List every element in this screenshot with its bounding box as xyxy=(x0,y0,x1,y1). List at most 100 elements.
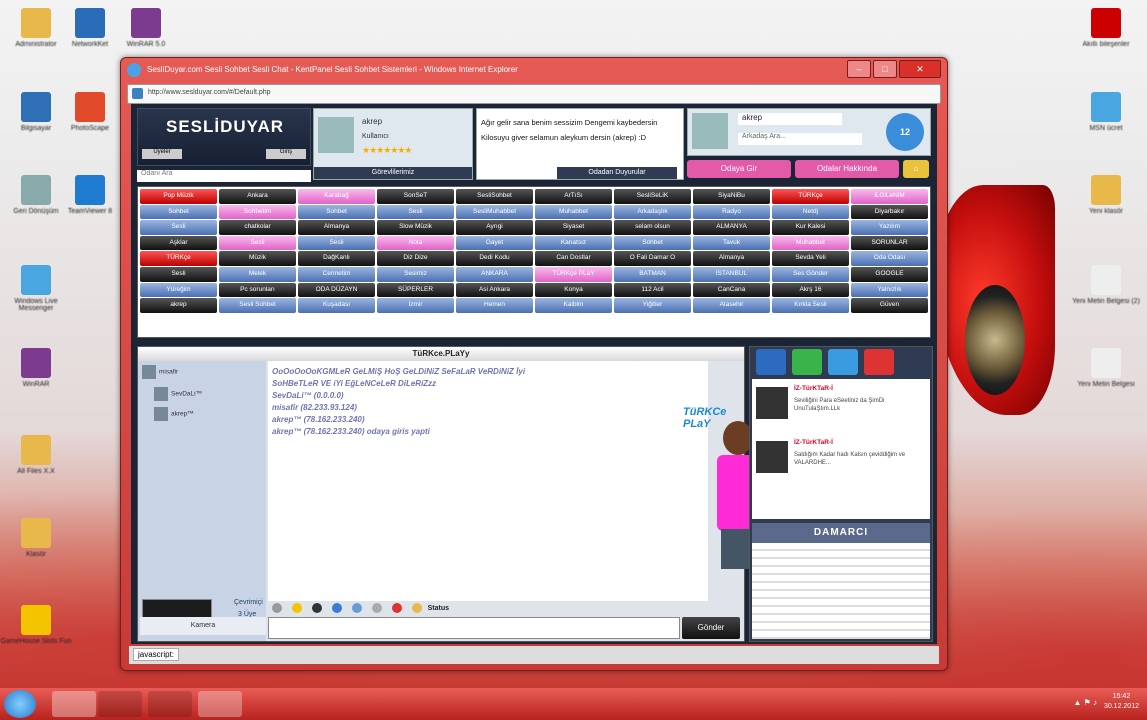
user-list-item[interactable]: akrep™ xyxy=(154,407,194,421)
room-button[interactable]: Sevda Yeli xyxy=(772,251,849,266)
desktop-icon[interactable]: All Files X.X xyxy=(0,435,72,475)
ball-icon[interactable] xyxy=(311,603,322,613)
room-button[interactable]: akrep xyxy=(140,298,217,313)
refresh-icon[interactable] xyxy=(828,349,858,375)
feed-item[interactable]: İZ-TürKTaR-İ Saldığım Kadar hadı Kalsın … xyxy=(756,437,926,487)
enter-room-button[interactable]: Odaya Gir xyxy=(687,160,791,178)
minimize-button[interactable]: – xyxy=(847,60,871,78)
room-button[interactable]: Dedi Kodu xyxy=(456,251,533,266)
room-button[interactable]: İzmir xyxy=(377,298,454,313)
desktop-icon[interactable]: Yeni klasör xyxy=(1070,175,1142,215)
room-button[interactable]: Karabağ xyxy=(298,189,375,204)
message-input[interactable] xyxy=(268,617,680,639)
desktop-icon[interactable]: Akıllı bileşenler xyxy=(1070,8,1142,48)
desktop-icon[interactable]: TeamViewer 8 xyxy=(54,175,126,215)
room-button[interactable]: Gayet xyxy=(456,235,533,251)
taskbar-ie-icon[interactable] xyxy=(52,691,96,717)
flower-icon[interactable] xyxy=(411,603,422,613)
close-button[interactable]: ✕ xyxy=(899,60,941,78)
friend-search-input[interactable]: Arkadaş Ara... xyxy=(738,133,862,145)
user-list-item[interactable]: SevDaLi™ xyxy=(154,387,202,401)
desktop-icon[interactable]: PhotoScape xyxy=(54,92,126,132)
chat-bubble-icon[interactable] xyxy=(792,349,822,375)
room-button[interactable]: Tavuk xyxy=(693,235,770,251)
room-button[interactable]: Sohbetim xyxy=(219,204,296,220)
camera-button[interactable]: Kamera xyxy=(140,617,266,635)
room-button[interactable]: selam olsun xyxy=(614,220,691,235)
room-button[interactable]: Muhabbet xyxy=(535,204,612,220)
room-button[interactable]: SonSeT xyxy=(377,189,454,204)
room-button[interactable]: Diyarbakır xyxy=(851,204,928,220)
room-button[interactable]: SesliSeLiK xyxy=(614,189,691,204)
room-button[interactable]: iLGiLeNiM xyxy=(851,189,928,204)
room-button[interactable]: SiyaNiBu xyxy=(693,189,770,204)
room-button[interactable]: Ses Gönder xyxy=(772,266,849,282)
room-button[interactable]: ALMANYA xyxy=(693,220,770,235)
room-button[interactable]: Slow Müzik xyxy=(377,220,454,235)
room-button[interactable]: Almanya xyxy=(298,220,375,235)
room-button[interactable]: SesliSohbet xyxy=(456,189,533,204)
room-button[interactable]: Melek xyxy=(219,266,296,282)
desktop-icon[interactable]: MSN ücret xyxy=(1070,92,1142,132)
room-button[interactable]: Kanatsız xyxy=(535,235,612,251)
desktop-icon[interactable]: WinRAR 5.0 xyxy=(110,8,182,48)
room-button[interactable]: Pop Müzik xyxy=(140,189,217,204)
desktop-icon[interactable]: Klasör xyxy=(0,518,72,558)
room-button[interactable]: SÜPERLER xyxy=(377,282,454,298)
room-button[interactable]: Yalnızlık xyxy=(851,282,928,298)
send-button[interactable]: Gönder xyxy=(682,617,740,639)
room-button[interactable]: Sesli xyxy=(140,220,217,235)
address-bar[interactable]: http://www.seslduyar.com/#/Default.php xyxy=(127,84,941,104)
room-button[interactable]: Atasehir xyxy=(693,298,770,313)
system-tray[interactable]: ▲ ⚑ ♪ xyxy=(1073,698,1097,707)
rooms-info-button[interactable]: Odalar Hakkında xyxy=(795,160,899,178)
announcements-button[interactable]: Odadan Duyurular xyxy=(557,167,677,179)
room-button[interactable]: Yazılım xyxy=(851,220,928,235)
room-button[interactable]: Kuşadası xyxy=(298,298,375,313)
image-icon[interactable] xyxy=(331,603,342,613)
room-button[interactable]: Diz Dize xyxy=(377,251,454,266)
room-button[interactable]: CanCana xyxy=(693,282,770,298)
desktop-icon[interactable]: GameHouse Slots Fun xyxy=(0,605,72,645)
clock[interactable]: 15:42 30.12.2012 xyxy=(1104,692,1139,712)
taskbar-media-icon[interactable] xyxy=(98,691,142,717)
desktop-icon[interactable]: Yeni Metin Belgesi xyxy=(1070,348,1142,388)
room-button[interactable]: Almanya xyxy=(693,251,770,266)
room-button[interactable]: TÜRKçe PLaY xyxy=(535,266,612,282)
room-button[interactable]: Sesli xyxy=(298,235,375,251)
room-button[interactable]: Sohbet xyxy=(298,204,375,220)
room-button[interactable]: ANKARA xyxy=(456,266,533,282)
room-button[interactable]: Akrş 16 xyxy=(772,282,849,298)
room-button[interactable]: Siyaset xyxy=(535,220,612,235)
room-button[interactable]: Sesli Sohbet xyxy=(219,298,296,313)
gift-icon[interactable] xyxy=(391,603,402,613)
room-button[interactable]: Kur Kalesi xyxy=(772,220,849,235)
room-button[interactable]: Yüreğim xyxy=(140,282,217,298)
room-button[interactable]: Yiğitler xyxy=(614,298,691,313)
desktop-icon[interactable]: Yeni Metin Belgesi (2) xyxy=(1070,265,1142,305)
room-button[interactable]: Kırkla Sesli xyxy=(772,298,849,313)
staff-button[interactable]: Görevlilerimiz xyxy=(314,167,472,179)
room-button[interactable]: Sesli xyxy=(140,266,217,282)
bell-icon[interactable] xyxy=(272,603,282,613)
taskbar-app-icon[interactable] xyxy=(198,691,242,717)
user-list-item[interactable]: misafir xyxy=(142,365,178,379)
online-link[interactable]: Çevrimiçi xyxy=(234,599,263,606)
room-button[interactable]: Nota xyxy=(377,235,454,251)
window-titlebar[interactable]: SesliDuyar.com Sesli Sohbet Sesli Chat -… xyxy=(121,58,947,82)
room-button[interactable]: GOOGLE xyxy=(851,266,928,282)
settings-icon[interactable] xyxy=(371,603,382,613)
room-button[interactable]: O Fali Damar O xyxy=(614,251,691,266)
room-button[interactable]: Netdj xyxy=(772,204,849,220)
close-icon[interactable] xyxy=(864,349,894,375)
status-label[interactable]: Status xyxy=(428,605,449,612)
start-button[interactable] xyxy=(4,690,36,718)
room-button[interactable]: Radyo xyxy=(693,204,770,220)
room-button[interactable]: Hemen xyxy=(456,298,533,313)
room-button[interactable]: ArTıSı xyxy=(535,189,612,204)
room-search-input[interactable]: Odanı Ara xyxy=(137,170,311,182)
room-button[interactable]: SesliMuhabbet xyxy=(456,204,533,220)
room-button[interactable]: Ankara xyxy=(219,189,296,204)
room-button[interactable]: Sesimiz xyxy=(377,266,454,282)
room-button[interactable]: İSTANBUL xyxy=(693,266,770,282)
